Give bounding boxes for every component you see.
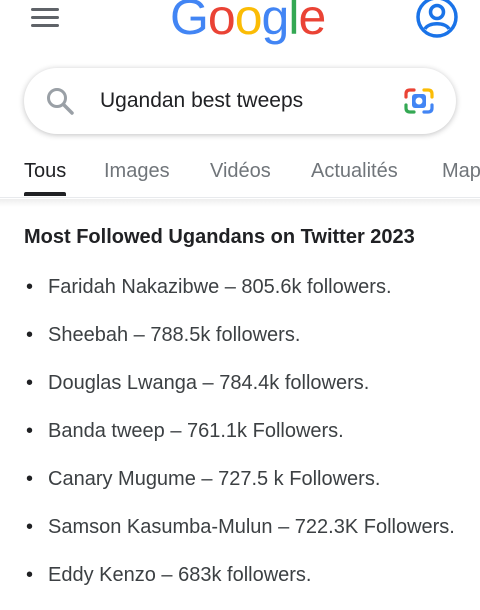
- bullet-icon: •: [26, 516, 34, 538]
- bullet-icon: •: [26, 564, 34, 586]
- google-logo[interactable]: Google: [170, 0, 326, 44]
- list-item-text: Samson Kasumba-Mulun – 722.3K Followers.: [48, 516, 455, 538]
- tab-actualites[interactable]: Actualités: [311, 160, 398, 183]
- bullet-icon: •: [26, 420, 34, 442]
- tabs-shadow: [0, 199, 480, 207]
- list-item: • Eddy Kenzo – 683k followers.: [24, 560, 464, 590]
- search-tabs: Tous Images Vidéos Actualités Maps: [0, 148, 480, 198]
- hamburger-menu-icon[interactable]: [22, 0, 68, 36]
- tab-videos[interactable]: Vidéos: [210, 160, 271, 183]
- tab-images[interactable]: Images: [104, 160, 170, 183]
- account-circle-icon[interactable]: [414, 0, 460, 40]
- list-item: • Banda tweep – 761.1k Followers.: [24, 416, 464, 446]
- list-item-text: Banda tweep – 761.1k Followers.: [48, 420, 344, 442]
- list-item-text: Canary Mugume – 727.5 k Followers.: [48, 468, 381, 490]
- list-item: • Douglas Lwanga – 784.4k followers.: [24, 368, 464, 398]
- result-title[interactable]: Most Followed Ugandans on Twitter 2023: [24, 226, 415, 249]
- result-list: • Faridah Nakazibwe – 805.6k followers. •…: [24, 272, 464, 608]
- list-item-text: Douglas Lwanga – 784.4k followers.: [48, 372, 370, 394]
- list-item: • Sheebah – 788.5k followers.: [24, 320, 464, 350]
- list-item: • Canary Mugume – 727.5 k Followers.: [24, 464, 464, 494]
- list-item-text: Eddy Kenzo – 683k followers.: [48, 564, 312, 586]
- list-item-text: Sheebah – 788.5k followers.: [48, 324, 301, 346]
- google-lens-icon[interactable]: [402, 85, 436, 117]
- search-box[interactable]: [24, 68, 456, 134]
- bullet-icon: •: [26, 372, 34, 394]
- list-item: • Samson Kasumba-Mulun – 722.3K Followers…: [24, 512, 464, 542]
- search-input[interactable]: [100, 86, 380, 116]
- bullet-icon: •: [26, 468, 34, 490]
- list-item-text: Faridah Nakazibwe – 805.6k followers.: [48, 276, 392, 298]
- tab-maps[interactable]: Maps: [442, 160, 480, 183]
- top-bar: Google: [0, 0, 480, 56]
- bullet-icon: •: [26, 324, 34, 346]
- tab-tous[interactable]: Tous: [24, 160, 67, 196]
- bullet-icon: •: [26, 276, 34, 298]
- list-item: • Faridah Nakazibwe – 805.6k followers.: [24, 272, 464, 302]
- search-icon[interactable]: [44, 85, 76, 117]
